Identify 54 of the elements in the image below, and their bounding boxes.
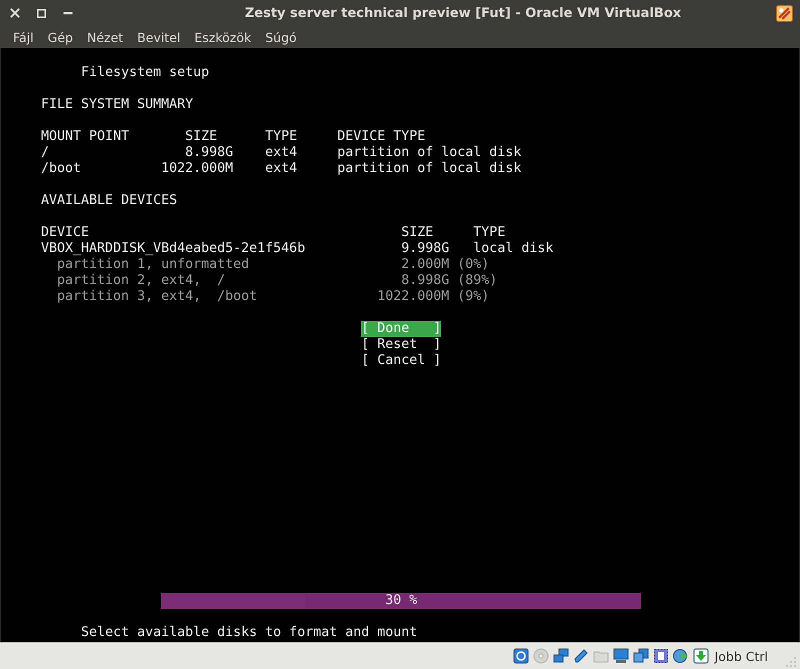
resize-grip-icon[interactable] bbox=[786, 657, 796, 667]
table-cell-text: partition 2, ext4, / bbox=[56, 273, 226, 289]
menu-item[interactable]: Fájl bbox=[6, 30, 41, 44]
table-cell-text: 9.998G bbox=[400, 241, 450, 257]
menu-item[interactable]: Súgó bbox=[258, 30, 304, 44]
column-header: SIZE bbox=[185, 129, 218, 145]
column-header: MOUNT POINT bbox=[41, 129, 130, 145]
table-cell-text: partition 3, ext4, /boot bbox=[56, 289, 258, 305]
hint-text: Select available disks to format and mount bbox=[81, 625, 418, 641]
network-icon[interactable] bbox=[552, 648, 569, 664]
chip-icon[interactable] bbox=[652, 648, 669, 664]
column-header: TYPE bbox=[473, 225, 506, 241]
menu-button[interactable]: [ Cancel ] bbox=[361, 353, 442, 369]
column-header: DEVICE TYPE bbox=[337, 129, 426, 145]
table-cell-text: 8.998G bbox=[184, 145, 234, 161]
table-cell-text: VBOX_HARDDISK_VBd4eabed5-2e1f546b bbox=[41, 241, 306, 257]
table-cell: (0%) bbox=[457, 257, 490, 273]
section-title: FILE SYSTEM SUMMARY bbox=[41, 97, 194, 113]
pen-icon[interactable] bbox=[572, 648, 589, 664]
globe-icon[interactable] bbox=[672, 648, 689, 664]
table-cell-text: / bbox=[41, 145, 50, 161]
monitor-icon[interactable] bbox=[612, 648, 629, 664]
screen-heading: Filesystem setup bbox=[81, 65, 210, 81]
host-key-label: Jobb Ctrl bbox=[714, 648, 768, 664]
maximize-icon[interactable] bbox=[37, 8, 46, 18]
menu-item[interactable]: Eszközök bbox=[187, 30, 258, 44]
table-cell: (9%) bbox=[457, 289, 490, 305]
minimize-icon[interactable] bbox=[63, 12, 73, 14]
column-header: TYPE bbox=[265, 129, 298, 145]
table-cell: 1022.000M bbox=[377, 289, 450, 305]
menu-item[interactable]: Bevitel bbox=[130, 30, 188, 44]
table-cell: partition of local disk bbox=[337, 161, 522, 177]
section-title: AVAILABLE DEVICES bbox=[41, 193, 178, 209]
table-cell-text: ext4 bbox=[265, 145, 298, 161]
column-header: SIZE bbox=[401, 225, 434, 241]
table-cell-text: 2.000M bbox=[400, 257, 450, 273]
table-cell-text: /boot bbox=[41, 161, 82, 177]
progress-label: 30 % bbox=[385, 593, 418, 609]
table-cell: local disk bbox=[473, 241, 554, 257]
window-title: Zesty server technical preview [Fut] - Oracle VM VirtualBox bbox=[244, 6, 682, 20]
menu-button[interactable]: [ Reset ] bbox=[361, 337, 442, 353]
table-cell: 1022.000M bbox=[161, 161, 234, 177]
close-icon[interactable] bbox=[10, 8, 20, 18]
table-cell-text: partition 1, unformatted bbox=[56, 257, 250, 273]
table-cell: (89%) bbox=[457, 273, 498, 289]
windows-icon[interactable] bbox=[632, 648, 649, 664]
column-header: DEVICE bbox=[41, 225, 90, 241]
download-icon[interactable] bbox=[692, 648, 709, 664]
table-cell-text: 8.998G bbox=[400, 273, 450, 289]
table-cell-text: ext4 bbox=[265, 161, 298, 177]
menu-item[interactable]: Gép bbox=[40, 30, 80, 44]
menu-item[interactable]: Nézet bbox=[80, 30, 130, 44]
app-icon bbox=[776, 4, 793, 22]
table-cell: partition of local disk bbox=[337, 145, 522, 161]
